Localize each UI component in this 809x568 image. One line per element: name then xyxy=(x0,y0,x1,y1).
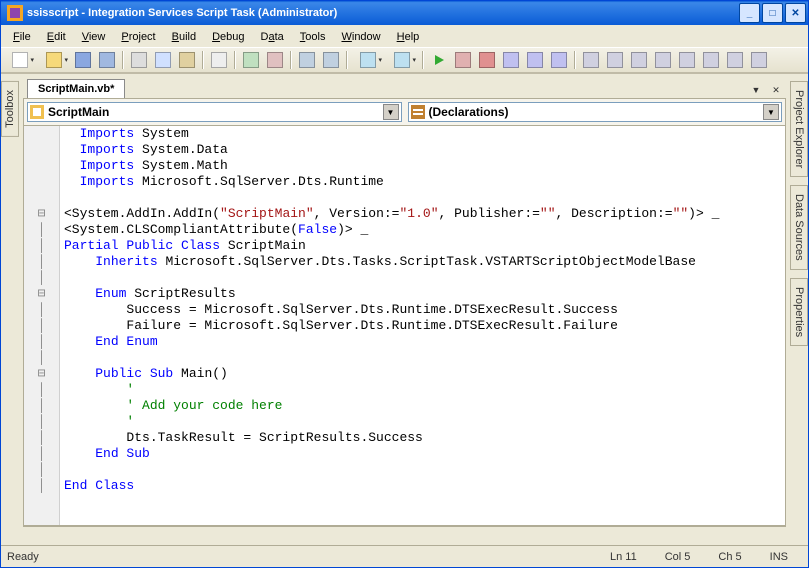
menu-edit[interactable]: Edit xyxy=(39,28,74,44)
step-over-button[interactable] xyxy=(524,49,546,71)
close-button[interactable]: ✕ xyxy=(785,3,806,23)
paste-button[interactable] xyxy=(176,49,198,71)
data-sources-tab[interactable]: Data Sources xyxy=(790,185,808,270)
menu-build[interactable]: Build xyxy=(164,28,204,44)
toggle-breakpoint-button[interactable] xyxy=(580,49,602,71)
uncomment-button[interactable] xyxy=(264,49,286,71)
comment-button[interactable] xyxy=(240,49,262,71)
save-button[interactable] xyxy=(72,49,94,71)
step-out-button[interactable] xyxy=(548,49,570,71)
class-icon xyxy=(30,105,44,119)
member-dropdown-label: (Declarations) xyxy=(429,105,764,119)
step-into-button[interactable] xyxy=(500,49,522,71)
menu-data[interactable]: Data xyxy=(253,28,292,44)
type-dropdown[interactable]: ScriptMain ▼ xyxy=(27,102,402,122)
status-insert-mode: INS xyxy=(756,551,802,563)
menu-view[interactable]: View xyxy=(74,28,114,44)
menu-file[interactable]: File xyxy=(5,28,39,44)
watch-button[interactable] xyxy=(652,49,674,71)
menu-window[interactable]: Window xyxy=(333,28,388,44)
window-title: ssisscript - Integration Services Script… xyxy=(27,7,739,19)
break-button[interactable] xyxy=(452,49,474,71)
tabstrip-close-icon[interactable]: ✕ xyxy=(768,82,784,98)
horizontal-scrollbar[interactable] xyxy=(23,526,786,543)
left-sidewell: Toolbox xyxy=(1,74,21,545)
play-icon xyxy=(433,54,445,66)
open-button[interactable] xyxy=(38,49,70,71)
fold-toggle[interactable]: ⊟ xyxy=(24,286,59,302)
tabstrip-dropdown-icon[interactable]: ▼ xyxy=(748,82,764,98)
chevron-down-icon: ▼ xyxy=(763,104,779,120)
menu-tools[interactable]: Tools xyxy=(292,28,334,44)
project-explorer-tab[interactable]: Project Explorer xyxy=(790,81,808,177)
title-bar: ssisscript - Integration Services Script… xyxy=(1,1,808,25)
stop-button[interactable] xyxy=(476,49,498,71)
cut-button[interactable] xyxy=(128,49,150,71)
document-tab-scriptmain[interactable]: ScriptMain.vb* xyxy=(27,79,125,98)
status-ready: Ready xyxy=(7,551,39,563)
indent-button[interactable] xyxy=(320,49,342,71)
status-column: Col 5 xyxy=(651,551,705,563)
menu-project[interactable]: Project xyxy=(113,28,163,44)
save-all-button[interactable] xyxy=(96,49,118,71)
output-button[interactable] xyxy=(724,49,746,71)
properties-tab[interactable]: Properties xyxy=(790,278,808,346)
start-button[interactable] xyxy=(428,49,450,71)
toolbar xyxy=(1,47,808,73)
status-line: Ln 11 xyxy=(596,551,651,563)
menu-bar: File Edit View Project Build Debug Data … xyxy=(1,25,808,47)
fold-toggle[interactable]: ⊟ xyxy=(24,206,59,222)
workspace: Toolbox ScriptMain.vb* ▼ ✕ ScriptMain ▼ … xyxy=(1,73,808,545)
undo-button[interactable] xyxy=(352,49,384,71)
navigation-bar: ScriptMain ▼ (Declarations) ▼ xyxy=(23,98,786,125)
code-editor[interactable]: ⊟ ││││ ⊟ ││││ ⊟ ││││││ │ Imports System … xyxy=(23,125,786,526)
task-list-button[interactable] xyxy=(748,49,770,71)
outline-gutter[interactable]: ⊟ ││││ ⊟ ││││ ⊟ ││││││ │ xyxy=(24,126,60,525)
chevron-down-icon: ▼ xyxy=(383,104,399,120)
menu-help[interactable]: Help xyxy=(389,28,428,44)
right-sidewell: Project Explorer Data Sources Properties xyxy=(788,74,808,545)
fold-toggle[interactable]: ⊟ xyxy=(24,366,59,382)
code-text[interactable]: Imports System Imports System.Data Impor… xyxy=(60,126,785,525)
document-tabstrip: ScriptMain.vb* ▼ ✕ xyxy=(23,76,786,98)
copy-button[interactable] xyxy=(152,49,174,71)
menu-debug[interactable]: Debug xyxy=(204,28,252,44)
breakpoints-button[interactable] xyxy=(700,49,722,71)
find-button[interactable] xyxy=(208,49,230,71)
outdent-button[interactable] xyxy=(296,49,318,71)
status-char: Ch 5 xyxy=(704,551,755,563)
maximize-button[interactable]: □ xyxy=(762,3,783,23)
minimize-button[interactable]: _ xyxy=(739,3,760,23)
immediate-window-button[interactable] xyxy=(604,49,626,71)
declarations-icon xyxy=(411,105,425,119)
type-dropdown-label: ScriptMain xyxy=(48,105,383,119)
status-bar: Ready Ln 11 Col 5 Ch 5 INS xyxy=(1,545,808,567)
toolbox-tab[interactable]: Toolbox xyxy=(1,81,19,137)
app-icon xyxy=(7,5,23,21)
locals-button[interactable] xyxy=(628,49,650,71)
call-stack-button[interactable] xyxy=(676,49,698,71)
redo-button[interactable] xyxy=(386,49,418,71)
member-dropdown[interactable]: (Declarations) ▼ xyxy=(408,102,783,122)
new-button[interactable] xyxy=(4,49,36,71)
